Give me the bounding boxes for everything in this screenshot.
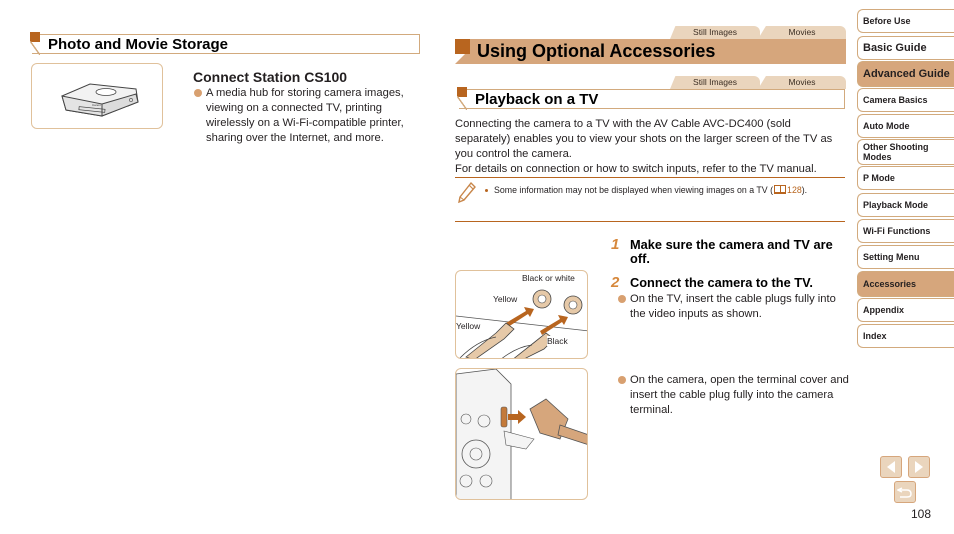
nav-item-label: Appendix [863, 305, 905, 315]
nav-item-wi-fi-functions[interactable]: Wi-Fi Functions [857, 219, 954, 243]
label-yellow-jack: Yellow [493, 294, 518, 304]
nav-item-label: P Mode [863, 173, 895, 183]
next-page-button[interactable] [908, 456, 930, 478]
page-title: Using Optional Accessories [477, 41, 716, 61]
nav-item-label: Camera Basics [863, 95, 928, 105]
nav-item-label: Wi-Fi Functions [863, 226, 931, 236]
previous-page-button[interactable] [880, 456, 902, 478]
label-black-or-white: Black or white [522, 273, 575, 283]
nav-item-before-use[interactable]: Before Use [857, 9, 954, 33]
bullet-icon [618, 295, 626, 303]
step-title: Make sure the camera and TV are off. [630, 237, 833, 266]
page-number: 108 [911, 507, 932, 521]
intro-paragraph: Connecting the camera to a TV with the A… [455, 118, 833, 175]
nav-item-appendix[interactable]: Appendix [857, 298, 954, 322]
nav-item-label: Other Shooting Modes [863, 142, 929, 162]
nav-item-p-mode[interactable]: P Mode [857, 166, 954, 190]
nav-item-label: Index [863, 331, 887, 341]
step-number: 1 [611, 236, 620, 253]
tv-connection-diagram: Black or white Yellow Yellow Black [455, 270, 588, 359]
connect-station-image: Canon [31, 63, 163, 129]
connect-station-device-icon: Canon [61, 83, 139, 117]
tab-movies: Movies [758, 76, 846, 89]
svg-text:Canon: Canon [92, 103, 101, 107]
step-title: Connect the camera to the TV. [630, 275, 813, 290]
section-heading-playback-on-tv: Playback on a TV [457, 87, 845, 110]
nav-item-label: Auto Mode [863, 121, 910, 131]
section-title: Photo and Movie Storage [48, 36, 229, 53]
bullet-icon [194, 89, 202, 97]
sub-availability-tabs: Still Images Movies [670, 76, 846, 89]
note-text: Some information may not be displayed wh… [485, 184, 839, 197]
bullet-icon [618, 376, 626, 384]
step-bullet: On the camera, open the terminal cover a… [618, 373, 850, 418]
camera-cable-illustration [456, 369, 587, 499]
nav-item-label: Playback Mode [863, 200, 929, 210]
section-title: Playback on a TV [475, 91, 599, 108]
heading-marker-icon [455, 39, 470, 54]
book-icon [774, 185, 787, 194]
tab-still-images: Still Images [670, 26, 760, 39]
page-reference-link[interactable]: 128 [787, 185, 802, 195]
nav-item-camera-basics[interactable]: Camera Basics [857, 88, 954, 112]
triangle-left-icon [887, 461, 895, 473]
step-number: 2 [611, 274, 620, 291]
nav-item-label: Advanced Guide [863, 68, 950, 80]
camera-terminal-diagram [455, 368, 588, 500]
nav-item-playback-mode[interactable]: Playback Mode [857, 193, 954, 217]
divider [455, 221, 845, 222]
nav-item-basic-guide[interactable]: Basic Guide [857, 36, 954, 60]
divider [455, 177, 845, 178]
nav-item-label: Basic Guide [863, 42, 927, 54]
tab-movies: Movies [758, 26, 846, 39]
triangle-right-icon [915, 461, 923, 473]
nav-item-other-shooting-modes[interactable]: Other Shooting Modes [857, 139, 954, 165]
label-black-plug: Black [547, 336, 568, 346]
nav-item-label: Accessories [863, 279, 917, 289]
tab-still-images: Still Images [670, 76, 760, 89]
nav-item-label: Setting Menu [863, 252, 920, 262]
availability-tabs: Still Images Movies [670, 26, 846, 39]
nav-item-accessories[interactable]: Accessories [857, 271, 954, 297]
rca-cable-illustration [456, 289, 587, 358]
nav-item-setting-menu[interactable]: Setting Menu [857, 245, 954, 269]
section-heading-photo-movie-storage: Photo and Movie Storage [30, 32, 420, 55]
pencil-icon [458, 181, 476, 204]
page-title-bar: Using Optional Accessories [455, 39, 846, 64]
nav-item-advanced-guide[interactable]: Advanced Guide [857, 61, 954, 87]
label-yellow-plug: Yellow [456, 321, 481, 331]
step-bullet: On the TV, insert the cable plugs fully … [618, 292, 850, 322]
return-button[interactable] [894, 481, 916, 503]
nav-item-auto-mode[interactable]: Auto Mode [857, 114, 954, 138]
product-title: Connect Station CS100 [193, 69, 348, 85]
nav-item-label: Before Use [863, 16, 911, 26]
return-arrow-icon [897, 487, 912, 498]
nav-item-index[interactable]: Index [857, 324, 954, 348]
product-description: A media hub for storing camera images, v… [194, 86, 421, 146]
